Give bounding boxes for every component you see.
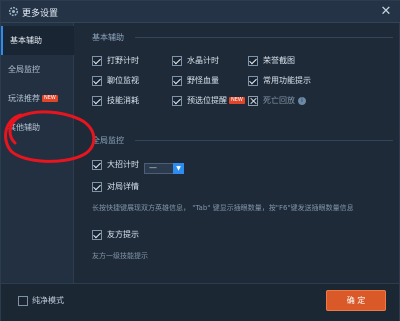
- checkbox[interactable]: [172, 76, 182, 86]
- option-label: 技能消耗: [107, 96, 139, 105]
- checkbox[interactable]: [92, 230, 102, 240]
- sidebar-item-basic-assist[interactable]: 基本辅助: [1, 26, 74, 55]
- match-details-select[interactable]: — ▼: [144, 163, 184, 174]
- close-button[interactable]: ✕: [378, 4, 394, 20]
- option-label: 荣誉截图: [263, 56, 295, 65]
- checkbox[interactable]: [172, 56, 182, 66]
- info-icon[interactable]: i: [298, 96, 306, 105]
- option-label: 大招计时: [107, 160, 139, 169]
- option-label: 友方提示: [107, 230, 139, 239]
- sidebar-item-label: 基本辅助: [10, 36, 42, 45]
- settings-window: 更多设置 ✕ 基本辅助 全局监控 玩法推荐 NEW 其他辅助 基本辅助 打野计时 …: [0, 0, 400, 321]
- option-honor-screenshot[interactable]: 荣誉截图: [248, 55, 328, 67]
- option-label: 水晶计时: [187, 56, 219, 65]
- checkbox[interactable]: [248, 56, 258, 66]
- ok-button[interactable]: 确 定: [326, 290, 386, 311]
- checkbox[interactable]: [92, 182, 102, 192]
- new-badge: NEW: [42, 95, 58, 102]
- pure-mode-checkbox[interactable]: [18, 296, 28, 306]
- option-preselect-reminder[interactable]: 预选位提醒 NEW: [172, 95, 248, 107]
- window-title: 更多设置: [22, 9, 59, 19]
- chevron-down-icon[interactable]: ▼: [173, 163, 184, 174]
- sidebar-item-label: 其他辅助: [8, 123, 40, 132]
- option-label: 聊位监视: [107, 76, 139, 85]
- close-icon: ✕: [380, 4, 392, 19]
- option-label: 预选位提醒 NEW: [187, 96, 245, 105]
- sidebar: 基本辅助 全局监控 玩法推荐 NEW 其他辅助: [1, 23, 74, 283]
- option-common-tips[interactable]: 常用功能提示: [248, 75, 338, 87]
- option-match-details[interactable]: 对局详情: [92, 181, 152, 193]
- checkbox[interactable]: [248, 96, 258, 106]
- option-label: 打野计时: [107, 56, 139, 65]
- title-bar: 更多设置 ✕: [1, 1, 400, 23]
- checkbox[interactable]: [92, 160, 102, 170]
- hint-text: 友方一级技能提示: [92, 252, 148, 260]
- pure-mode-label: 纯净模式: [32, 296, 64, 305]
- section-divider: [135, 37, 393, 38]
- checkbox[interactable]: [172, 96, 182, 106]
- section-title-basic: 基本辅助: [92, 33, 124, 42]
- section-title-global: 全局监控: [92, 136, 124, 145]
- select-value: —: [149, 163, 157, 172]
- new-badge: NEW: [229, 97, 245, 104]
- sidebar-item-recommended-play[interactable]: 玩法推荐 NEW: [1, 84, 74, 113]
- checkbox[interactable]: [92, 96, 102, 106]
- settings-content: 基本辅助 打野计时 水晶计时 荣誉截图 聊位监视 野怪血量 常用功能提示 技能消…: [75, 23, 399, 283]
- option-friend-tip[interactable]: 友方提示: [92, 229, 172, 241]
- option-monster-hp[interactable]: 野怪血量: [172, 75, 242, 87]
- option-label: 野怪血量: [187, 76, 219, 85]
- option-label: 常用功能提示: [263, 76, 311, 85]
- gear-icon: [8, 6, 19, 17]
- sidebar-item-label: 全局监控: [8, 65, 40, 74]
- option-position-monitor[interactable]: 聊位监视: [92, 75, 162, 87]
- option-death-replay[interactable]: 死亡回放 i: [248, 95, 328, 107]
- section-divider: [135, 140, 393, 141]
- option-label: 对局详情: [107, 182, 139, 191]
- option-jungle-timer[interactable]: 打野计时: [92, 55, 162, 67]
- checkbox[interactable]: [248, 76, 258, 86]
- sidebar-item-global-monitor[interactable]: 全局监控: [1, 55, 74, 84]
- checkbox[interactable]: [92, 76, 102, 86]
- sidebar-item-label: 玩法推荐: [8, 94, 40, 103]
- sidebar-item-other-assist[interactable]: 其他辅助: [1, 113, 74, 142]
- option-label: 死亡回放 i: [263, 95, 306, 107]
- option-skill-cost[interactable]: 技能消耗: [92, 95, 162, 107]
- option-crystal-timer[interactable]: 水晶计时: [172, 55, 242, 67]
- hint-text: 长按快捷键展现双方英雄信息， "Tab" 键显示插眼数量，按"F6"键发送插眼数…: [92, 204, 354, 212]
- checkbox[interactable]: [92, 56, 102, 66]
